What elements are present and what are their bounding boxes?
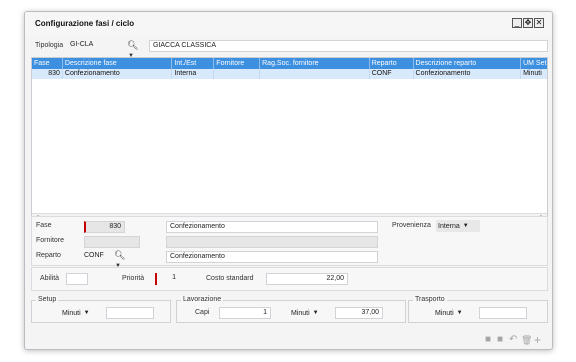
lavorazione-unit-select[interactable]: Minuti ▼ [289,307,329,319]
search-icon: 🔍︎ [127,40,139,50]
column-header-descrizione-reparto[interactable]: Descrizione reparto [414,58,522,69]
window-controls: _ ✥ ✕ [512,18,544,28]
chevron-down-icon: ▼ [83,310,90,316]
title-bar: Configurazione fasi / ciclo _ ✥ ✕ [25,12,552,36]
fornitore-field [84,236,140,248]
cell-descrizione-fase: Confezionamento [63,69,173,79]
lavorazione-group: Lavorazione Capi 1 Minuti ▼ 37,00 [176,296,406,323]
close-icon[interactable]: ✕ [534,18,544,28]
cell-fornitore [214,69,261,79]
move-icon[interactable]: ✥ [523,18,533,28]
trash-icon[interactable]: 🗑 [521,334,532,346]
cell-int-est: Interna [172,69,215,79]
trasporto-legend: Trasporto [413,296,447,303]
priorita-label: Priorità [122,275,145,282]
setup-unit-value: Minuti [62,309,81,317]
fornitore-description-field [166,236,378,248]
lavorazione-unit-value: Minuti [291,309,310,317]
window-title: Configurazione fasi / ciclo [35,19,135,28]
setup-legend: Setup [36,296,59,303]
cell-fase: 830 [32,69,63,79]
costo-standard-label: Costo standard [206,275,254,282]
add-icon[interactable]: + [534,334,541,346]
column-header-um-set[interactable]: UM Set [521,58,547,69]
tipologia-search-button[interactable]: 🔍︎▼ [127,40,145,59]
grid-header: Fase Descrizione fase Int./Est Fornitore… [32,58,547,69]
minimize-icon[interactable]: _ [512,18,522,28]
last-record-icon[interactable]: ■ [497,334,503,346]
abilita-label: Abilità [40,275,60,282]
abilita-field[interactable] [66,273,88,285]
priorita-field[interactable]: 1 [155,273,179,285]
window: Configurazione fasi / ciclo _ ✥ ✕ Tipolo… [24,11,553,350]
provenienza-value: Interna [438,222,460,230]
trasporto-unit-value: Minuti [435,309,454,317]
trasporto-unit-select[interactable]: Minuti ▼ [433,307,473,319]
tipologia-label: Tipologia [35,42,64,49]
fase-label: Fase [36,222,52,229]
phases-grid: Fase Descrizione fase Int./Est Fornitore… [31,57,548,223]
first-record-icon[interactable]: ■ [485,334,491,346]
column-header-fornitore[interactable]: Fornitore [214,58,261,69]
trasporto-group: Trasporto Minuti ▼ [408,296,548,323]
undo-icon[interactable]: ↶ [509,334,517,346]
cell-rag-soc-fornitore [260,69,370,79]
reparto-label: Reparto [36,252,61,259]
lavorazione-legend: Lavorazione [181,296,224,303]
chevron-down-icon: ▼ [462,223,469,229]
search-icon: 🔍︎ [114,250,126,260]
column-header-descrizione-fase[interactable]: Descrizione fase [63,58,173,69]
cell-reparto: CONF [370,69,414,79]
column-header-int-est[interactable]: Int./Est [172,58,215,69]
table-row[interactable]: 830 Confezionamento Interna CONF Confezi… [32,69,547,79]
reparto-search-button[interactable]: 🔍︎▼ [114,250,132,269]
setup-group: Setup Minuti ▼ [31,296,171,323]
costo-standard-field[interactable]: 22,00 [266,273,348,285]
cell-descrizione-reparto: Confezionamento [414,69,522,79]
fornitore-label: Fornitore [36,237,65,244]
setup-value-field[interactable] [106,307,154,319]
capi-field[interactable]: 1 [219,307,271,319]
chevron-down-icon: ▼ [312,310,319,316]
reparto-description-field: Confezionamento [166,251,378,263]
setup-unit-select[interactable]: Minuti ▼ [60,307,100,319]
cell-um-set: Minuti [523,70,542,77]
fase-description-field[interactable]: Confezionamento [166,221,378,233]
provenienza-select[interactable]: Interna ▼ [436,220,480,232]
tipologia-description-field: GIACCA CLASSICA [149,40,548,52]
trasporto-value-field[interactable] [479,307,527,319]
column-header-reparto[interactable]: Reparto [370,58,414,69]
phase-detail-panel: Fase 830 Confezionamento Fornitore Repar… [31,216,548,269]
reparto-field[interactable]: CONF [84,251,110,263]
record-toolbar: ■ ■ ↶ 🗑 + [31,334,548,346]
capi-label: Capi [195,309,210,316]
provenienza-label: Provenienza [392,222,431,229]
column-header-fase[interactable]: Fase [32,58,63,69]
tipologia-code-field[interactable]: GI-CLA [67,40,123,52]
tipologia-bar: Tipologia GI-CLA 🔍︎▼ GIACCA CLASSICA [31,40,548,59]
fase-field[interactable]: 830 [84,221,125,233]
phase-params-panel: Abilità Priorità 1 Costo standard 22,00 [31,267,548,291]
lavorazione-value-field[interactable]: 37,00 [335,307,383,319]
column-header-rag-soc-fornitore[interactable]: Rag.Soc. fornitore [260,58,370,69]
chevron-down-icon: ▼ [456,310,463,316]
